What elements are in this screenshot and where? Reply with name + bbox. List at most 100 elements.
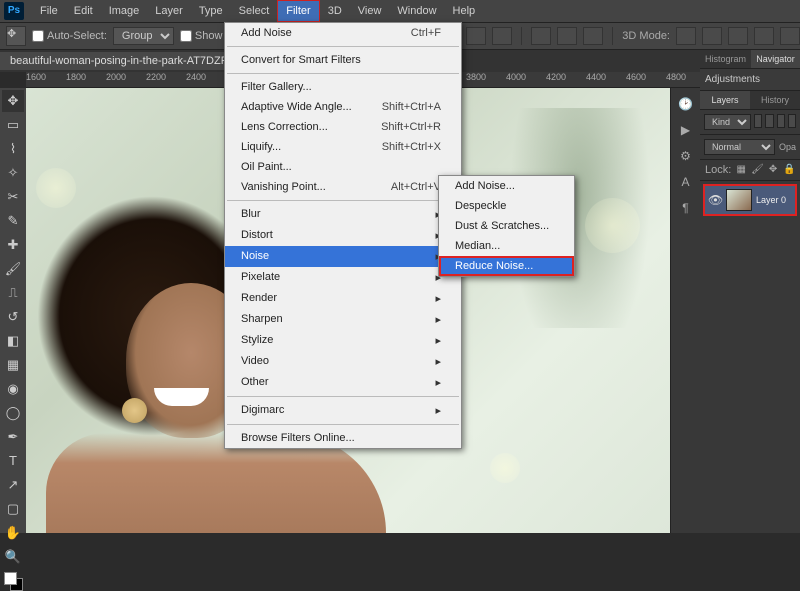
move-tool-icon[interactable]: ✥ xyxy=(2,90,24,112)
layer-kind-select[interactable]: Kind xyxy=(704,114,751,130)
ruler-tick: 4800 xyxy=(666,72,686,82)
menu-item-video[interactable]: Video▸ xyxy=(225,351,461,372)
layer-thumbnail[interactable] xyxy=(726,189,752,211)
3d-icon[interactable] xyxy=(702,27,722,45)
shape-tool-icon[interactable]: ▢ xyxy=(2,498,24,520)
3d-icon[interactable] xyxy=(676,27,696,45)
filter-pixel-icon[interactable] xyxy=(754,114,762,128)
menu-item-distort[interactable]: Distort▸ xyxy=(225,225,461,246)
foreground-color[interactable] xyxy=(4,572,17,585)
history-brush-icon[interactable]: ↺ xyxy=(2,306,24,328)
properties-panel-icon[interactable]: ⚙ xyxy=(676,146,696,166)
menu-image[interactable]: Image xyxy=(101,0,148,22)
menu-item-add-noise[interactable]: Add NoiseCtrl+F xyxy=(225,23,461,43)
lock-all-icon[interactable]: 🔒 xyxy=(783,164,795,176)
menu-type[interactable]: Type xyxy=(191,0,231,22)
menu-layer[interactable]: Layer xyxy=(147,0,191,22)
3d-icon[interactable] xyxy=(754,27,774,45)
3d-icon[interactable] xyxy=(780,27,800,45)
lasso-tool-icon[interactable]: ⌇ xyxy=(2,138,24,160)
visibility-icon[interactable]: 👁 xyxy=(708,193,722,207)
stamp-tool-icon[interactable]: ⎍ xyxy=(2,282,24,304)
menu-item-oil-paint-[interactable]: Oil Paint... xyxy=(225,157,461,177)
menu-select[interactable]: Select xyxy=(231,0,278,22)
distribute-icon[interactable] xyxy=(531,27,551,45)
eraser-tool-icon[interactable]: ◧ xyxy=(2,330,24,352)
type-tool-icon[interactable]: T xyxy=(2,450,24,472)
lock-transparency-icon[interactable]: ▦ xyxy=(735,164,747,176)
menu-item-vanishing-point-[interactable]: Vanishing Point...Alt+Ctrl+V xyxy=(225,177,461,197)
tab-histogram[interactable]: Histogram xyxy=(700,50,751,68)
crop-tool-icon[interactable]: ✂ xyxy=(2,186,24,208)
menu-item-adaptive-wide-angle-[interactable]: Adaptive Wide Angle...Shift+Ctrl+A xyxy=(225,97,461,117)
menu-item-lens-correction-[interactable]: Lens Correction...Shift+Ctrl+R xyxy=(225,117,461,137)
menu-item-digimarc[interactable]: Digimarc▸ xyxy=(225,400,461,421)
blend-mode-select[interactable]: Normal xyxy=(704,139,775,155)
pen-tool-icon[interactable]: ✒ xyxy=(2,426,24,448)
distribute-icon[interactable] xyxy=(557,27,577,45)
menu-item-label: Reduce Noise... xyxy=(455,260,533,272)
menu-edit[interactable]: Edit xyxy=(66,0,101,22)
menu-item-median-[interactable]: Median... xyxy=(439,236,574,256)
ruler-tick: 4000 xyxy=(506,72,526,82)
zoom-tool-icon[interactable]: 🔍 xyxy=(2,546,24,568)
tab-navigator[interactable]: Navigator xyxy=(751,50,800,68)
tab-layers[interactable]: Layers xyxy=(700,91,750,109)
adjustments-panel[interactable]: Adjustments xyxy=(700,69,800,91)
eyedropper-tool-icon[interactable]: ✎ xyxy=(2,210,24,232)
move-tool-icon[interactable]: ✥ xyxy=(6,26,26,46)
lock-position-icon[interactable]: ✥ xyxy=(767,164,779,176)
wand-tool-icon[interactable]: ✧ xyxy=(2,162,24,184)
blur-tool-icon[interactable]: ◉ xyxy=(2,378,24,400)
heal-tool-icon[interactable]: ✚ xyxy=(2,234,24,256)
filter-adjust-icon[interactable] xyxy=(765,114,773,128)
menu-item-dust-scratches-[interactable]: Dust & Scratches... xyxy=(439,216,574,236)
gradient-tool-icon[interactable]: ▦ xyxy=(2,354,24,376)
menu-filter[interactable]: Filter xyxy=(277,0,319,22)
menu-item-browse-filters-online-[interactable]: Browse Filters Online... xyxy=(225,428,461,448)
path-tool-icon[interactable]: ↗ xyxy=(2,474,24,496)
menu-item-filter-gallery-[interactable]: Filter Gallery... xyxy=(225,77,461,97)
blend-mode-row: Normal Opa xyxy=(700,135,800,160)
menu-item-label: Vanishing Point... xyxy=(241,181,326,193)
menu-item-stylize[interactable]: Stylize▸ xyxy=(225,330,461,351)
menu-item-convert-for-smart-filters[interactable]: Convert for Smart Filters xyxy=(225,50,461,70)
align-icon[interactable] xyxy=(466,27,486,45)
3d-icon[interactable] xyxy=(728,27,748,45)
menu-3d[interactable]: 3D xyxy=(320,0,350,22)
layer-row[interactable]: 👁 Layer 0 xyxy=(703,184,797,216)
menu-item-add-noise-[interactable]: Add Noise... xyxy=(439,176,574,196)
menu-file[interactable]: File xyxy=(32,0,66,22)
hand-tool-icon[interactable]: ✋ xyxy=(2,522,24,544)
character-panel-icon[interactable]: A xyxy=(676,172,696,192)
tab-history[interactable]: History xyxy=(750,91,800,109)
menu-item-render[interactable]: Render▸ xyxy=(225,288,461,309)
distribute-icon[interactable] xyxy=(583,27,603,45)
lock-pixels-icon[interactable]: 🖌 xyxy=(751,164,763,176)
menu-item-pixelate[interactable]: Pixelate▸ xyxy=(225,267,461,288)
actions-panel-icon[interactable]: ▶ xyxy=(676,120,696,140)
align-icon[interactable] xyxy=(492,27,512,45)
filter-shape-icon[interactable] xyxy=(788,114,796,128)
menu-help[interactable]: Help xyxy=(445,0,484,22)
menu-item-other[interactable]: Other▸ xyxy=(225,372,461,393)
layer-name[interactable]: Layer 0 xyxy=(756,195,786,205)
menu-item-label: Adaptive Wide Angle... xyxy=(241,101,352,113)
menu-item-despeckle[interactable]: Despeckle xyxy=(439,196,574,216)
menu-separator xyxy=(227,396,459,397)
menu-item-noise[interactable]: Noise▸ xyxy=(225,246,461,267)
menu-item-liquify-[interactable]: Liquify...Shift+Ctrl+X xyxy=(225,137,461,157)
paragraph-panel-icon[interactable]: ¶ xyxy=(676,198,696,218)
menu-view[interactable]: View xyxy=(350,0,390,22)
menu-window[interactable]: Window xyxy=(389,0,444,22)
menu-item-reduce-noise-[interactable]: Reduce Noise... xyxy=(439,256,574,276)
brush-tool-icon[interactable]: 🖌 xyxy=(2,258,24,280)
history-panel-icon[interactable]: 🕑 xyxy=(676,94,696,114)
filter-type-icon[interactable] xyxy=(777,114,785,128)
auto-select-target[interactable]: Group xyxy=(113,27,174,45)
marquee-tool-icon[interactable]: ▭ xyxy=(2,114,24,136)
menu-item-blur[interactable]: Blur▸ xyxy=(225,204,461,225)
dodge-tool-icon[interactable]: ◯ xyxy=(2,402,24,424)
auto-select-check[interactable]: Auto-Select: xyxy=(32,30,107,42)
menu-item-sharpen[interactable]: Sharpen▸ xyxy=(225,309,461,330)
